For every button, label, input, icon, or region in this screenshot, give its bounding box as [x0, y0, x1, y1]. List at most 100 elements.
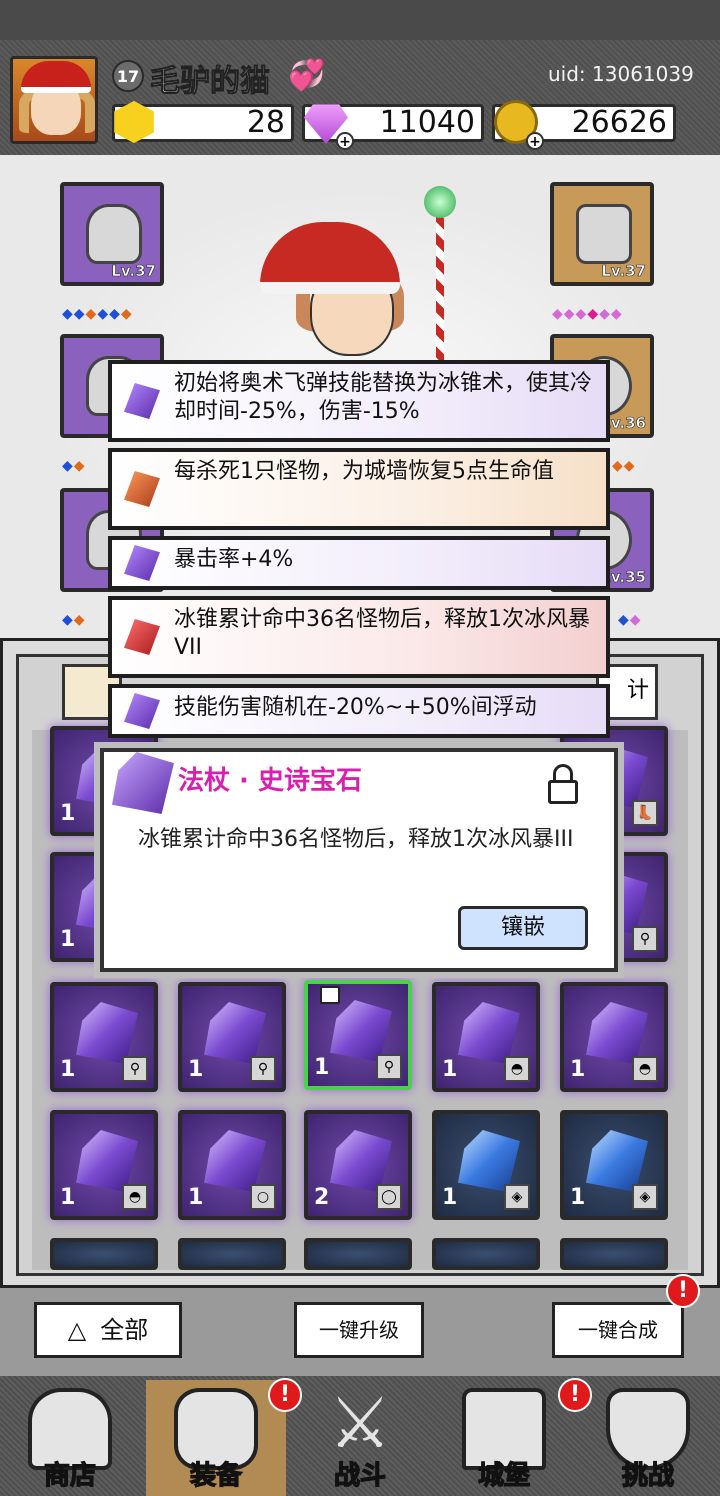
slot-gem-dots: ◆◆	[62, 458, 86, 474]
staff-tag-icon: ⚲	[376, 1054, 402, 1080]
purple-gem-icon	[124, 693, 160, 729]
crystal-icon	[204, 1002, 266, 1064]
orange-gem-icon	[124, 471, 160, 507]
affix-card: 冰锥累计命中36名怪物后，释放1次冰风暴VII	[108, 596, 610, 678]
staff-tag-icon: ⚲	[122, 1056, 148, 1082]
inventory-gem-cell[interactable]: 1 ◈	[432, 1110, 540, 1220]
crystal-icon	[586, 1002, 648, 1064]
crystal-icon	[586, 1130, 648, 1192]
inventory-gem-cell[interactable]	[304, 1238, 412, 1270]
purple-gem-icon	[124, 545, 160, 581]
inventory-gem-cell[interactable]: 1 ⚲	[178, 982, 286, 1092]
nav-shop[interactable]: 商店	[0, 1380, 140, 1496]
item-count: 1	[60, 1057, 76, 1082]
hat-tag-icon: ◓	[122, 1184, 148, 1210]
inventory-gem-cell[interactable]: 1 ◓	[432, 982, 540, 1092]
one-click-upgrade-button[interactable]: 一键升级	[294, 1302, 424, 1358]
popup-description: 冰锥累计命中36名怪物后，释放1次冰风暴III	[138, 827, 574, 852]
item-count: 1	[188, 1057, 204, 1082]
helmet-icon	[86, 204, 142, 264]
slot-level: Lv.37	[111, 262, 156, 281]
nav-challenge[interactable]: 挑战	[578, 1380, 718, 1496]
nav-battle[interactable]: ⚔ 战斗	[290, 1380, 430, 1496]
affix-card: 技能伤害随机在-20%~+50%间浮动	[108, 684, 610, 738]
staff-orb	[424, 186, 456, 218]
slot-gem-dots: ◆◆	[618, 612, 642, 628]
item-count: 1	[188, 1185, 204, 1210]
crystal-icon	[458, 1002, 520, 1064]
inventory-gem-cell[interactable]	[178, 1238, 286, 1270]
hat-tag-icon: ◓	[632, 1056, 658, 1082]
inventory-gem-cell[interactable]: 1 ⚲	[50, 982, 158, 1092]
shield-tag-icon: ◈	[504, 1184, 530, 1210]
filter-all-button[interactable]: △ 全部	[34, 1302, 182, 1358]
inlay-button[interactable]: 镶嵌	[458, 906, 588, 950]
item-count: 1	[442, 1057, 458, 1082]
inventory-gem-cell[interactable]	[432, 1238, 540, 1270]
nav-challenge-label: 挑战	[621, 1460, 674, 1491]
slot-gem-dots: ◆◆◆◆◆◆	[62, 306, 133, 322]
one-click-merge-button[interactable]: 一键合成	[552, 1302, 684, 1358]
staff-tag-icon: ⚲	[250, 1056, 276, 1082]
add-coins-icon[interactable]: +	[526, 132, 544, 150]
filter-all-label: 全部	[100, 1316, 149, 1344]
purple-gem-icon	[124, 383, 160, 419]
nav-shop-label: 商店	[43, 1460, 96, 1491]
item-count: 1	[60, 1185, 76, 1210]
item-count: 1	[570, 1185, 586, 1210]
player-avatar[interactable]	[10, 56, 98, 144]
ring-tag-icon: ○	[250, 1184, 276, 1210]
affix-card: 暴击率+4%	[108, 536, 610, 590]
inventory-gem-cell-selected[interactable]: 1 ⚲	[304, 980, 412, 1090]
crystal-icon	[330, 1130, 392, 1192]
status-strip	[0, 0, 720, 40]
nav-castle-label: 城堡	[477, 1460, 530, 1491]
shield-tag-icon: ◈	[632, 1184, 658, 1210]
gauntlet-icon	[576, 204, 632, 264]
slot-level: Lv.37	[601, 262, 646, 281]
crystal-icon	[76, 1130, 138, 1192]
item-count: 1	[442, 1185, 458, 1210]
alert-badge: !	[666, 1274, 700, 1308]
item-count: 2	[314, 1185, 330, 1210]
affix-text: 冰锥累计命中36名怪物后，释放1次冰风暴VII	[174, 607, 590, 660]
item-count: 1	[570, 1057, 586, 1082]
crystal-icon	[330, 1000, 392, 1062]
lock-icon	[320, 986, 340, 1004]
inventory-gem-cell[interactable]: 1 ◓	[50, 1110, 158, 1220]
nav-equipment[interactable]: 装备	[146, 1380, 286, 1496]
inventory-gem-cell[interactable]: 1 ◈	[560, 1110, 668, 1220]
nav-equipment-label: 装备	[189, 1460, 242, 1491]
slot-gem-dots: ◆◆	[62, 612, 86, 628]
inventory-gem-cell[interactable]: 1 ○	[178, 1110, 286, 1220]
nav-battle-label: 战斗	[333, 1460, 386, 1491]
equip-slot-helmet[interactable]: Lv.37	[60, 182, 164, 286]
inventory-gem-cell[interactable]: 2 ◯	[304, 1110, 412, 1220]
nav-castle[interactable]: 城堡	[434, 1380, 574, 1496]
affix-text: 每杀死1只怪物，为城墙恢复5点生命值	[174, 459, 554, 484]
affix-card: 每杀死1只怪物，为城墙恢复5点生命值	[108, 448, 610, 530]
inventory-gem-cell[interactable]: 1 ◓	[560, 982, 668, 1092]
item-count: 1	[60, 801, 76, 826]
hat-tag-icon: ◓	[504, 1056, 530, 1082]
affix-text: 暴击率+4%	[174, 547, 294, 572]
player-level-badge: 17	[112, 60, 144, 92]
affix-card: 初始将奥术飞弹技能替换为冰锥术，使其冷却时间-25%，伤害-15%	[108, 360, 610, 442]
player-name: 毛驴的猫	[150, 64, 271, 100]
item-count: 1	[60, 927, 76, 952]
staff-tag-icon: ⚲	[632, 926, 658, 952]
slot-gem-dots: ◆◆	[612, 458, 636, 474]
inventory-gem-cell[interactable]	[560, 1238, 668, 1270]
crystal-icon	[458, 1130, 520, 1192]
lock-icon[interactable]	[548, 764, 578, 804]
crystal-icon	[76, 1002, 138, 1064]
add-gems-icon[interactable]: +	[336, 132, 354, 150]
inventory-gem-cell[interactable]	[50, 1238, 158, 1270]
affix-text: 初始将奥术飞弹技能替换为冰锥术，使其冷却时间-25%，伤害-15%	[174, 371, 593, 424]
equip-slot-weapon[interactable]: Lv.37	[550, 182, 654, 286]
boot-tag-icon: 👢	[632, 800, 658, 826]
triangle-up-icon: △	[67, 1316, 87, 1344]
slot-gem-dots: ◆◆◆◆◆◆	[552, 306, 623, 322]
item-count: 1	[314, 1055, 330, 1080]
player-uid: uid: 13061039	[548, 62, 694, 86]
